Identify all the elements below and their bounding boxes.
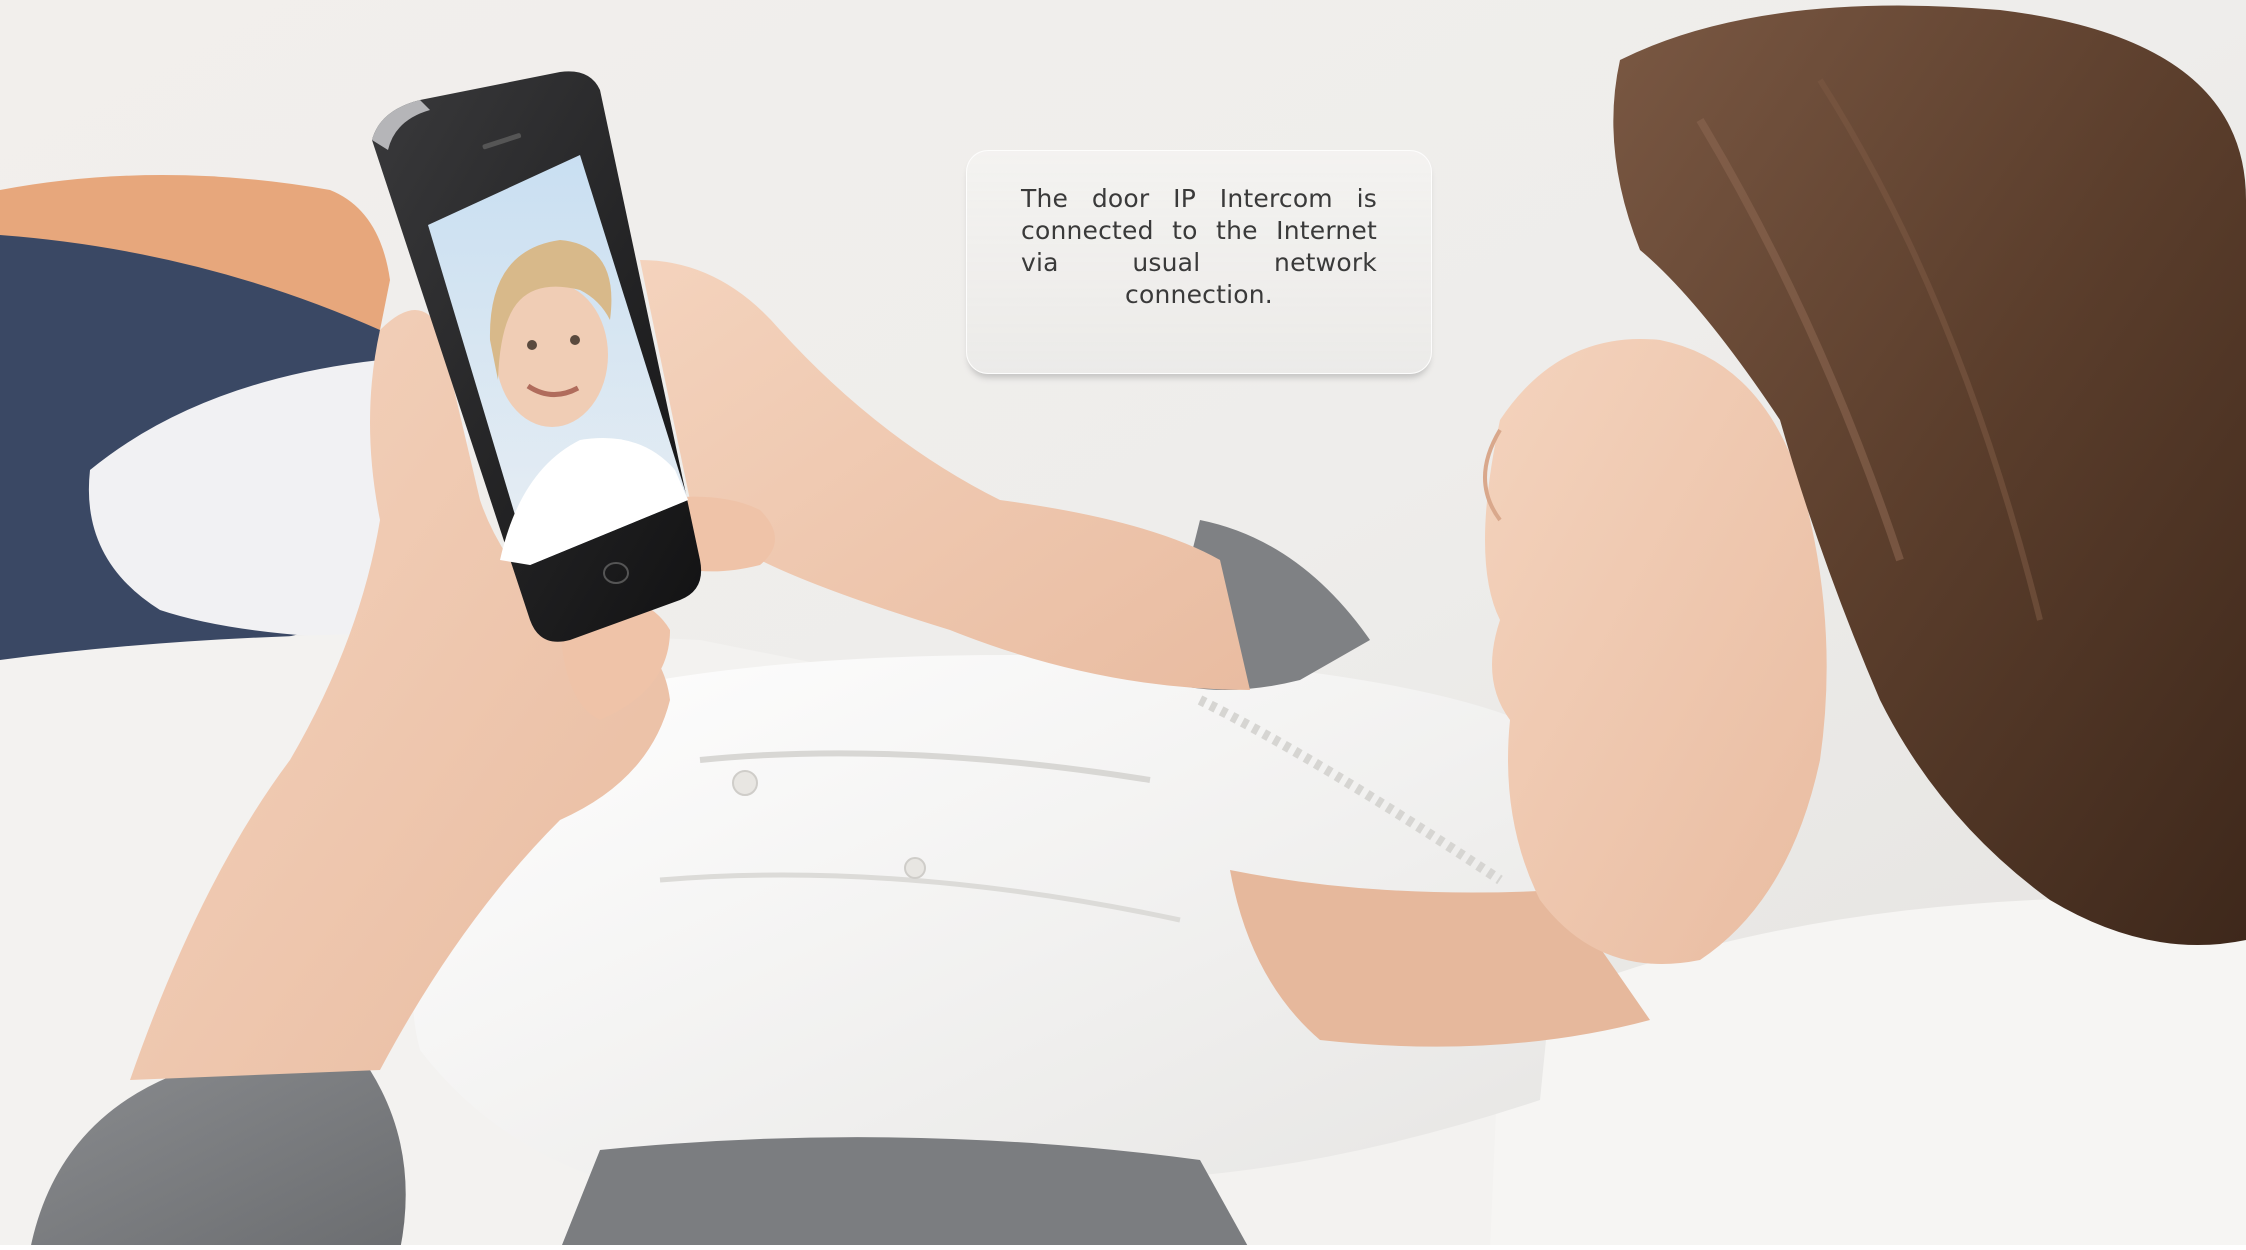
sweater-band	[560, 1137, 1250, 1250]
photo-scene: The door IP Intercom is connected to the…	[0, 0, 2246, 1250]
info-callout: The door IP Intercom is connected to the…	[966, 150, 1432, 374]
shirt-button	[904, 857, 926, 879]
callout-text: The door IP Intercom is connected to the…	[1021, 184, 1377, 309]
woman-face	[1485, 339, 1827, 964]
shirt-button	[732, 770, 758, 796]
bottom-strip	[0, 1245, 2246, 1250]
